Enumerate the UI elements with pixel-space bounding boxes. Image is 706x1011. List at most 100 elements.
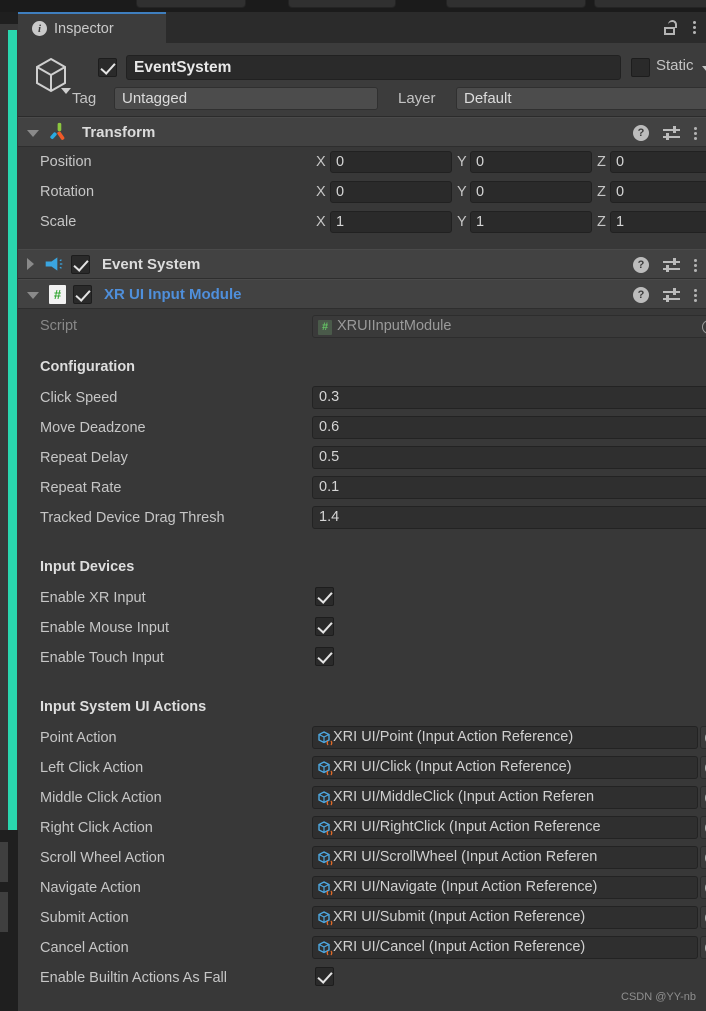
enable-xr-input-checkbox[interactable] (315, 587, 334, 606)
lock-unlocked-icon[interactable] (664, 20, 677, 35)
axis-label-z: Z (597, 214, 606, 230)
enable-touch-input-checkbox[interactable] (315, 647, 334, 666)
toolbar-button-fragment[interactable] (594, 0, 706, 8)
component-actions: ? (633, 250, 697, 280)
scroll-wheel-action-field[interactable]: XRI UI/ScrollWheel (Input Action Referen (312, 846, 698, 869)
field-value: XRI UI/Cancel (Input Action Reference) (333, 939, 586, 955)
object-picker-icon[interactable] (700, 786, 706, 809)
object-picker-icon[interactable] (700, 816, 706, 839)
config-row-tracked-device-drag-thresh: Tracked Device Drag Thresh 1.4 (18, 503, 706, 533)
row-label: Move Deadzone (40, 420, 146, 436)
event-system-enabled-checkbox[interactable] (71, 254, 90, 274)
transform-row-rotation: Rotation X 0 Y 0 Z 0 (18, 177, 706, 207)
scale-z-field[interactable]: 1 (610, 211, 706, 233)
help-icon[interactable]: ? (633, 257, 649, 273)
foldout-arrow-xr-ui-input-module[interactable] (27, 291, 39, 299)
object-picker-icon[interactable] (702, 320, 706, 334)
submit-action-field[interactable]: XRI UI/Submit (Input Action Reference) (312, 906, 698, 929)
object-picker-icon[interactable] (700, 846, 706, 869)
repeat-delay-field[interactable]: 0.5 (312, 446, 706, 469)
tracked-device-drag-thresh-field[interactable]: 1.4 (312, 506, 706, 529)
object-picker-icon[interactable] (700, 906, 706, 929)
kebab-menu-icon[interactable] (693, 21, 696, 34)
component-title-transform: Transform (82, 123, 156, 141)
axis-label-z: Z (597, 154, 606, 170)
input-devices-row-touch: Enable Touch Input (18, 643, 706, 673)
object-picker-icon[interactable] (700, 756, 706, 779)
component-header-transform[interactable]: Transform ? (18, 117, 706, 147)
position-x-field[interactable]: 0 (330, 151, 452, 173)
toolbar-button-fragment[interactable] (446, 0, 586, 8)
static-dropdown-arrow[interactable] (702, 66, 706, 72)
cancel-action-field[interactable]: XRI UI/Cancel (Input Action Reference) (312, 936, 698, 959)
gameobject-icon-dropdown-arrow[interactable] (61, 88, 71, 94)
enable-builtin-actions-fallback-checkbox[interactable] (315, 967, 334, 986)
foldout-arrow-transform[interactable] (27, 129, 39, 137)
layer-dropdown[interactable]: Default (456, 87, 706, 110)
help-icon[interactable]: ? (633, 125, 649, 141)
tabbar-actions (664, 12, 696, 43)
foldout-arrow-event-system[interactable] (27, 258, 34, 270)
row-label: Click Speed (40, 390, 118, 406)
tab-inspector-label: Inspector (54, 20, 114, 37)
component-header-xr-ui-input-module[interactable]: # XR UI Input Module ? (18, 279, 706, 309)
config-row-click-speed: Click Speed 0.3 (18, 383, 706, 413)
axis-label-y: Y (457, 214, 467, 230)
action-row-cancel: Cancel Action XRI UI/Cancel (Input Actio… (18, 933, 706, 963)
input-action-reference-icon (318, 881, 333, 896)
preset-settings-icon[interactable] (663, 126, 680, 140)
script-hash-icon: # (318, 320, 332, 335)
scale-y-field[interactable]: 1 (470, 211, 592, 233)
object-picker-icon[interactable] (700, 726, 706, 749)
section-title-input-system-ui-actions: Input System UI Actions (40, 699, 207, 715)
right-click-action-field[interactable]: XRI UI/RightClick (Input Action Referenc… (312, 816, 698, 839)
help-icon[interactable]: ? (633, 287, 649, 303)
action-row-middle-click: Middle Click Action XRI UI/MiddleClick (… (18, 783, 706, 813)
move-deadzone-field[interactable]: 0.6 (312, 416, 706, 439)
panel-bottom-fill (18, 997, 706, 1011)
object-picker-icon[interactable] (700, 936, 706, 959)
object-picker-icon[interactable] (700, 876, 706, 899)
tab-inspector[interactable]: i Inspector (18, 12, 166, 43)
middle-click-action-field[interactable]: XRI UI/MiddleClick (Input Action Referen (312, 786, 698, 809)
row-label: Tracked Device Drag Thresh (40, 510, 225, 526)
preset-settings-icon[interactable] (663, 258, 680, 272)
toolbar-button-fragment[interactable] (136, 0, 246, 8)
rotation-z-field[interactable]: 0 (610, 181, 706, 203)
kebab-menu-icon[interactable] (694, 126, 697, 140)
component-header-event-system[interactable]: Event System ? (18, 249, 706, 279)
gameobject-name-field[interactable]: EventSystem (126, 55, 621, 80)
rotation-y-field[interactable]: 0 (470, 181, 592, 203)
scale-x-field[interactable]: 1 (330, 211, 452, 233)
field-value: XRI UI/Click (Input Action Reference) (333, 759, 572, 775)
row-label: Submit Action (40, 910, 129, 926)
navigate-action-field[interactable]: XRI UI/Navigate (Input Action Reference) (312, 876, 698, 899)
rotation-x-field[interactable]: 0 (330, 181, 452, 203)
kebab-menu-icon[interactable] (694, 288, 697, 302)
preset-settings-icon[interactable] (663, 288, 680, 302)
script-field: # XRUIInputModule (312, 315, 706, 338)
toolbar-button-fragment[interactable] (288, 0, 396, 8)
section-title-configuration: Configuration (40, 359, 136, 375)
input-action-reference-icon (318, 791, 333, 806)
point-action-field[interactable]: XRI UI/Point (Input Action Reference) (312, 726, 698, 749)
component-title-xr-ui-input-module[interactable]: XR UI Input Module (104, 286, 241, 303)
repeat-rate-field[interactable]: 0.1 (312, 476, 706, 499)
sliver-top (0, 12, 18, 24)
tag-dropdown[interactable]: Untagged (114, 87, 378, 110)
row-label: Repeat Delay (40, 450, 128, 466)
left-click-action-field[interactable]: XRI UI/Click (Input Action Reference) (312, 756, 698, 779)
click-speed-field[interactable]: 0.3 (312, 386, 706, 409)
kebab-menu-icon[interactable] (694, 258, 697, 272)
input-action-reference-icon (318, 911, 333, 926)
position-y-field[interactable]: 0 (470, 151, 592, 173)
script-hash-icon: # (49, 284, 66, 304)
action-row-navigate: Navigate Action XRI UI/Navigate (Input A… (18, 873, 706, 903)
static-checkbox[interactable] (631, 58, 650, 77)
row-label: Enable Touch Input (40, 650, 164, 666)
field-value: XRI UI/MiddleClick (Input Action Referen (333, 789, 595, 805)
gameobject-enabled-checkbox[interactable] (98, 58, 117, 77)
position-z-field[interactable]: 0 (610, 151, 706, 173)
xr-ui-input-module-enabled-checkbox[interactable] (73, 284, 92, 304)
enable-mouse-input-checkbox[interactable] (315, 617, 334, 636)
